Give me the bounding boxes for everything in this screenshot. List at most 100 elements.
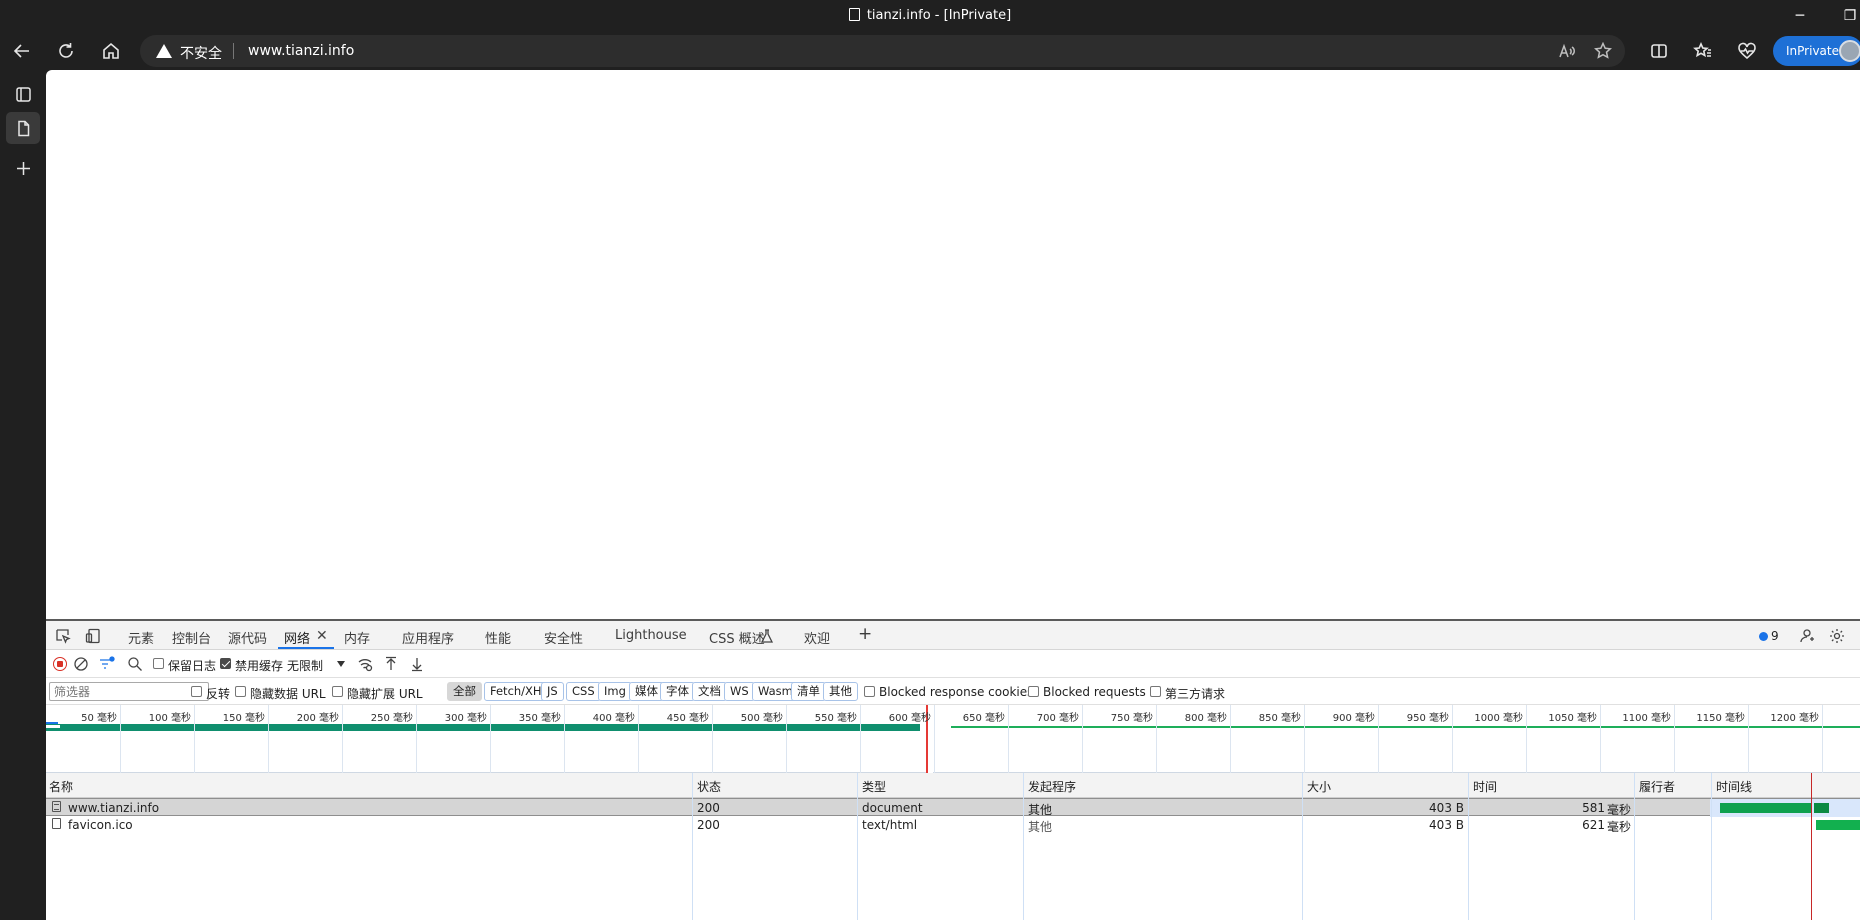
vertical-tab-sidebar [0, 70, 46, 920]
tab-elements[interactable]: 元素 [128, 628, 154, 647]
disable-cache-label: 禁用缓存 [235, 659, 284, 673]
overview-gridline [934, 705, 935, 773]
column-divider[interactable] [1711, 773, 1712, 920]
blocked-requests-checkbox[interactable] [1028, 686, 1039, 697]
column-divider[interactable] [1023, 773, 1024, 920]
tab-welcome[interactable]: 欢迎 [804, 628, 830, 647]
vertical-tab-tianzi[interactable] [6, 112, 40, 144]
tab-security[interactable]: 安全性 [544, 628, 583, 647]
record-button[interactable] [53, 657, 67, 671]
restore-button[interactable]: ❐ [1830, 4, 1860, 28]
col-time[interactable]: 时间 [1473, 778, 1497, 795]
address-bar[interactable]: 不安全 www.tianzi.info [140, 35, 1625, 67]
third-party-checkbox[interactable] [1150, 686, 1161, 697]
hide-data-urls-checkbox[interactable] [235, 686, 246, 697]
col-fulfilled-by[interactable]: 履行者 [1639, 778, 1675, 795]
request-name[interactable]: favicon.ico [68, 818, 133, 832]
tab-application[interactable]: 应用程序 [402, 628, 454, 647]
tab-lighthouse[interactable]: Lighthouse [615, 628, 687, 643]
tab-network[interactable]: 网络 [284, 628, 310, 647]
tab-memory[interactable]: 内存 [344, 628, 370, 647]
type-filter-doc[interactable]: 文档 [692, 682, 727, 701]
request-time: 581 [1582, 801, 1605, 815]
preserve-log-checkbox[interactable] [153, 658, 164, 669]
page-viewport[interactable] [46, 70, 1860, 619]
col-size[interactable]: 大小 [1307, 778, 1331, 795]
issues-icon[interactable] [1759, 632, 1768, 641]
col-name[interactable]: 名称 [49, 778, 73, 795]
overview-gridline [490, 705, 491, 773]
col-initiator[interactable]: 发起程序 [1028, 778, 1076, 795]
search-icon[interactable] [126, 655, 144, 673]
browser-essentials-button[interactable] [1731, 36, 1763, 66]
back-button[interactable] [6, 36, 38, 66]
new-tab-button[interactable] [6, 152, 40, 184]
overview-tick-label: 950 毫秒 [1406, 713, 1449, 724]
column-divider[interactable] [1468, 773, 1469, 920]
request-name[interactable]: www.tianzi.info [68, 801, 159, 815]
home-button[interactable] [95, 36, 127, 66]
inspect-element-icon[interactable] [54, 627, 72, 645]
overview-gridline [1600, 705, 1601, 773]
tab-actions-button[interactable] [6, 78, 40, 110]
col-type[interactable]: 类型 [862, 778, 886, 795]
chevron-down-icon[interactable] [337, 661, 345, 667]
customize-icon[interactable] [1798, 627, 1816, 645]
close-network-tab-icon[interactable]: ✕ [316, 628, 328, 644]
table-row[interactable]: favicon.ico 200 text/html 其他 403 B 621 毫… [46, 816, 1860, 834]
table-row[interactable]: www.tianzi.info 200 document 其他 403 B 58… [46, 798, 1860, 817]
tab-performance[interactable]: 性能 [485, 628, 511, 647]
type-filter-img[interactable]: Img [598, 682, 632, 701]
hide-ext-urls-checkbox[interactable] [332, 686, 343, 697]
overview-gridline [1156, 705, 1157, 773]
tab-sources[interactable]: 源代码 [228, 628, 267, 647]
column-divider[interactable] [692, 773, 693, 920]
tab-console[interactable]: 控制台 [172, 628, 211, 647]
filter-input[interactable] [49, 682, 209, 701]
export-har-icon[interactable] [408, 655, 426, 673]
type-filter-media[interactable]: 媒体 [629, 682, 664, 701]
favorite-star-icon[interactable] [1593, 41, 1613, 61]
tab-css-overview[interactable]: CSS 概述 [709, 628, 765, 647]
refresh-button[interactable] [50, 36, 82, 66]
read-aloud-icon[interactable] [1557, 41, 1577, 61]
column-divider[interactable] [857, 773, 858, 920]
col-status[interactable]: 状态 [697, 778, 721, 795]
url-text[interactable]: www.tianzi.info [248, 43, 354, 59]
overview-gridline [416, 705, 417, 773]
column-divider[interactable] [1634, 773, 1635, 920]
col-waterfall[interactable]: 时间线 [1716, 778, 1752, 795]
device-emulation-icon[interactable] [84, 627, 102, 645]
column-divider[interactable] [1302, 773, 1303, 920]
blocked-cookies-checkbox[interactable] [864, 686, 875, 697]
settings-gear-icon[interactable] [1828, 627, 1846, 645]
security-label[interactable]: 不安全 [180, 43, 222, 63]
invert-checkbox[interactable] [191, 686, 202, 697]
type-filter-js[interactable]: JS [541, 682, 564, 701]
minimize-button[interactable]: ─ [1780, 4, 1820, 28]
type-filter-other[interactable]: 其他 [823, 682, 858, 701]
network-conditions-icon[interactable] [356, 655, 374, 673]
clear-button[interactable] [72, 655, 90, 673]
type-filter-ws[interactable]: WS [724, 682, 755, 701]
add-tab-button[interactable]: + [858, 624, 872, 644]
type-filter-css[interactable]: CSS [566, 682, 601, 701]
requests-table: 名称 状态 类型 发起程序 大小 时间 履行者 时间线 www.tianzi.i… [46, 773, 1860, 920]
omnibox-separator [233, 43, 234, 59]
issues-count[interactable]: 9 [1771, 629, 1779, 643]
type-filter-manifest[interactable]: 清单 [791, 682, 826, 701]
overview-gridline [1008, 705, 1009, 773]
import-har-icon[interactable] [382, 655, 400, 673]
type-filter-all[interactable]: 全部 [447, 682, 482, 701]
network-overview[interactable]: 50 毫秒 100 毫秒 150 毫秒 200 毫秒 250 毫秒 300 毫秒 350 毫… [46, 705, 1860, 773]
type-filter-font[interactable]: 字体 [660, 682, 695, 701]
throttling-select[interactable]: 无限制 [287, 657, 323, 674]
filter-toggle-button[interactable] [98, 655, 116, 673]
overview-tick-label: 450 毫秒 [666, 713, 709, 724]
request-status: 200 [697, 818, 720, 832]
split-screen-button[interactable] [1643, 36, 1675, 66]
disable-cache-checkbox[interactable] [220, 658, 231, 669]
overview-gridline [342, 705, 343, 773]
inprivate-badge[interactable]: InPrivate [1773, 36, 1860, 66]
favorites-button[interactable] [1687, 36, 1719, 66]
